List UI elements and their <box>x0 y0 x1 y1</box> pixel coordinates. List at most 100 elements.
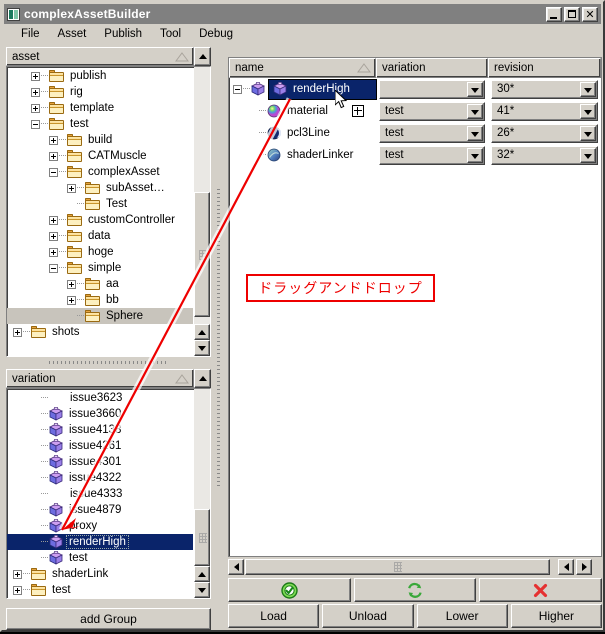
variation-tree-scrollbar[interactable] <box>194 389 210 598</box>
tree-node-collapse-icon[interactable] <box>31 119 40 129</box>
tree-node-expand-icon[interactable] <box>49 151 58 161</box>
tree-item-data[interactable]: data <box>7 228 193 244</box>
chevron-down-icon[interactable] <box>580 125 596 141</box>
tree-item-rig[interactable]: rig <box>7 84 193 100</box>
drag-selection-highlight[interactable]: renderHigh <box>268 78 377 100</box>
tree-item-publish[interactable]: publish <box>7 68 193 84</box>
minimize-button[interactable] <box>546 6 562 22</box>
tree-item-test[interactable]: test <box>7 582 193 598</box>
tree-item-shots[interactable]: shots <box>7 324 193 340</box>
asset-scroll-up-button[interactable] <box>194 47 211 66</box>
tree-item-proxy[interactable]: proxy <box>7 518 193 534</box>
column-header-variation[interactable]: variation <box>376 58 488 78</box>
cell-revision[interactable]: 41* <box>488 101 601 121</box>
tree-node-expand-icon[interactable] <box>13 585 22 595</box>
cell-revision[interactable]: 26* <box>488 123 601 143</box>
cell-name[interactable]: pcl3Line <box>229 122 376 144</box>
tree-node-collapse-icon[interactable] <box>49 167 58 177</box>
tree-item-test[interactable]: test <box>7 116 193 132</box>
asset-scroll-down-arrow[interactable] <box>194 340 210 356</box>
chevron-down-icon[interactable] <box>580 103 596 119</box>
revision-dropdown[interactable]: 30* <box>491 79 598 99</box>
tree-item-issue4333[interactable]: issue4333 <box>7 486 193 502</box>
chevron-down-icon[interactable] <box>467 81 483 97</box>
menu-debug[interactable]: Debug <box>190 26 242 42</box>
tree-item-simple[interactable]: simple <box>7 260 193 276</box>
hscroll-right-arrow[interactable] <box>576 559 592 575</box>
tree-item-template[interactable]: template <box>7 100 193 116</box>
tree-node-expand-icon[interactable] <box>49 231 58 241</box>
tree-item-issue4301[interactable]: issue4301 <box>7 454 193 470</box>
revision-dropdown[interactable]: 26* <box>491 123 598 143</box>
hscroll-left-arrow-2[interactable] <box>558 559 574 575</box>
chevron-down-icon[interactable] <box>467 147 483 163</box>
menu-asset[interactable]: Asset <box>49 26 96 42</box>
load-button[interactable]: Load <box>228 604 320 628</box>
hscroll-left-arrow[interactable] <box>228 559 244 575</box>
column-header-name[interactable]: name <box>229 58 376 78</box>
hscroll-thumb[interactable] <box>245 559 550 575</box>
chevron-down-icon[interactable] <box>580 147 596 163</box>
tree-item-aa[interactable]: aa <box>7 276 193 292</box>
variation-scroll-up-button[interactable] <box>194 369 211 388</box>
tree-node-expand-icon[interactable] <box>49 215 58 225</box>
maximize-button[interactable] <box>564 6 580 22</box>
revision-dropdown[interactable]: 41* <box>491 101 598 121</box>
refresh-button[interactable] <box>353 578 477 602</box>
variation-dropdown[interactable]: test <box>379 145 485 165</box>
tree-item-bb[interactable]: bb <box>7 292 193 308</box>
variation-tree[interactable]: issue3623 issue3660 issue4138 issue4261 issu… <box>6 388 211 599</box>
tree-node-expand-icon[interactable] <box>31 71 40 81</box>
cell-revision[interactable]: 32* <box>488 145 601 165</box>
table-row[interactable]: material test 41* <box>229 100 601 122</box>
delete-button[interactable] <box>479 578 603 602</box>
tree-item-issue4261[interactable]: issue4261 <box>7 438 193 454</box>
asset-scroll-up-arrow[interactable] <box>194 324 210 340</box>
cell-revision[interactable]: 30* <box>488 79 601 99</box>
tree-node-expand-icon[interactable] <box>49 247 58 257</box>
revision-dropdown[interactable]: 32* <box>491 145 598 165</box>
unload-button[interactable]: Unload <box>322 604 414 628</box>
tree-item-subasset[interactable]: subAsset… <box>7 180 193 196</box>
variation-scroll-thumb[interactable] <box>194 509 210 566</box>
variation-dropdown[interactable]: test <box>379 101 485 121</box>
table-row[interactable]: shaderLinker test 32* <box>229 144 601 166</box>
tree-item-build[interactable]: build <box>7 132 193 148</box>
table-row[interactable]: renderHigh 30* <box>229 78 601 100</box>
tree-item-test[interactable]: test <box>7 550 193 566</box>
tree-node-expand-icon[interactable] <box>67 183 76 193</box>
table-node-collapse-icon[interactable] <box>233 84 242 94</box>
variation-panel-header[interactable]: variation <box>6 369 194 388</box>
asset-tree[interactable]: publish rig template test build CATMuscle comp… <box>6 66 211 357</box>
tree-item-issue4879[interactable]: issue4879 <box>7 502 193 518</box>
menu-publish[interactable]: Publish <box>95 26 151 42</box>
accept-button[interactable] <box>228 578 351 602</box>
tree-item-hoge[interactable]: hoge <box>7 244 193 260</box>
tree-node-expand-icon[interactable] <box>67 279 76 289</box>
tree-item-issue3660[interactable]: issue3660 <box>7 406 193 422</box>
cell-name[interactable]: renderHigh <box>229 78 377 100</box>
close-button[interactable]: ✕ <box>582 6 598 22</box>
tree-node-expand-icon[interactable] <box>49 135 58 145</box>
cell-variation[interactable]: test <box>376 101 488 121</box>
tree-node-expand-icon[interactable] <box>31 87 40 97</box>
tree-item-renderhigh[interactable]: renderHigh <box>7 534 193 550</box>
tree-item-catmuscle[interactable]: CATMuscle <box>7 148 193 164</box>
chevron-down-icon[interactable] <box>580 81 596 97</box>
cell-variation[interactable]: test <box>376 123 488 143</box>
tree-item-test[interactable]: Test <box>7 196 193 212</box>
tree-item-issue4322[interactable]: issue4322 <box>7 470 193 486</box>
tree-item-issue4138[interactable]: issue4138 <box>7 422 193 438</box>
asset-scroll-thumb[interactable] <box>194 192 210 317</box>
tree-node-expand-icon[interactable] <box>13 569 22 579</box>
tree-item-sphere[interactable]: Sphere <box>7 308 193 324</box>
cell-name[interactable]: shaderLinker <box>229 144 376 166</box>
tree-item-customcontroller[interactable]: customController <box>7 212 193 228</box>
table-row[interactable]: pcl3Line test 26* <box>229 122 601 144</box>
table-horizontal-scrollbar[interactable] <box>228 559 602 576</box>
tree-item-issue3623[interactable]: issue3623 <box>7 390 193 406</box>
add-group-button[interactable]: add Group <box>6 608 211 630</box>
chevron-down-icon[interactable] <box>467 103 483 119</box>
tree-item-complexasset[interactable]: complexAsset <box>7 164 193 180</box>
lower-button[interactable]: Lower <box>416 604 508 628</box>
